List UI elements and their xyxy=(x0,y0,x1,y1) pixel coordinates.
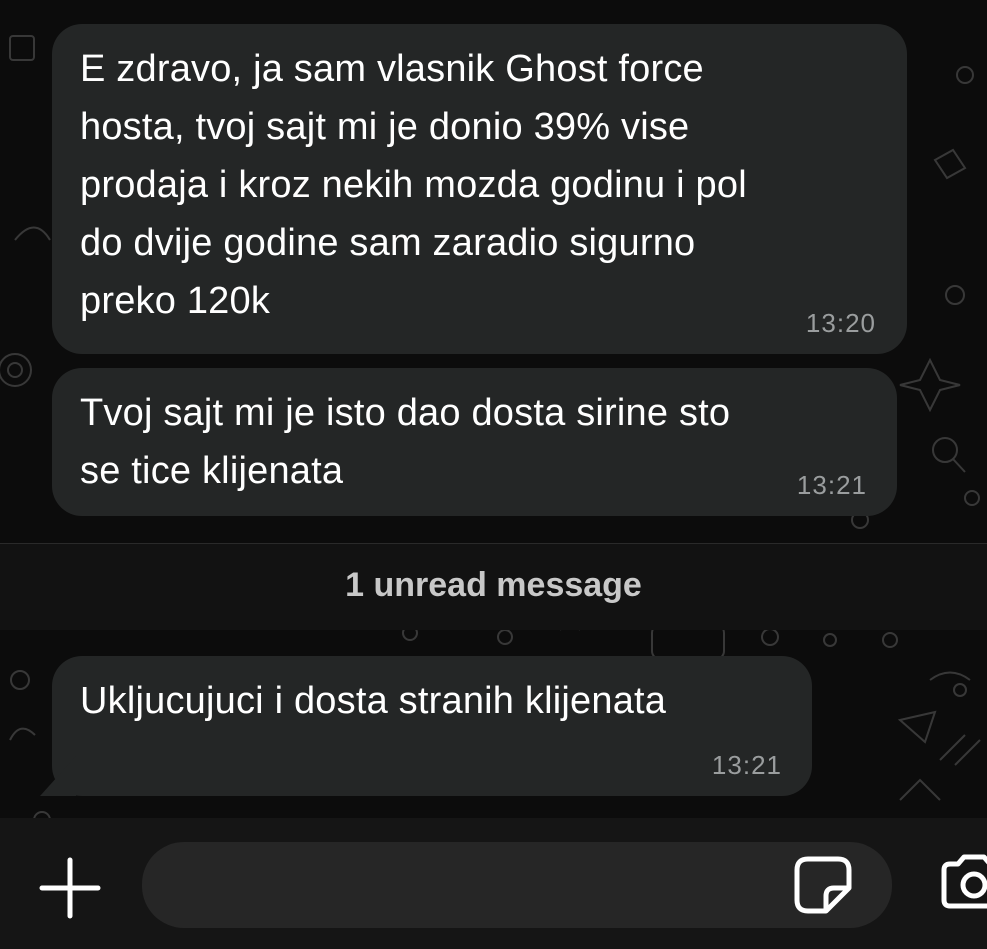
message-text: E zdravo, ja sam vlasnik Ghost force hos… xyxy=(80,48,747,322)
message-timestamp: 13:21 xyxy=(711,750,782,780)
plus-icon[interactable] xyxy=(38,856,102,920)
incoming-message[interactable]: Ukljucujuci i dosta stranih klijenata 13… xyxy=(52,656,812,796)
incoming-message[interactable]: E zdravo, ja sam vlasnik Ghost force hos… xyxy=(52,24,907,354)
message-composer xyxy=(0,818,987,949)
message-text: Ukljucujuci i dosta stranih klijenata xyxy=(80,680,667,722)
message-timestamp: 13:20 xyxy=(805,308,876,338)
unread-divider-label: 1 unread message xyxy=(345,566,642,604)
unread-divider: 1 unread message xyxy=(0,543,987,630)
camera-icon[interactable] xyxy=(940,854,987,910)
sticker-icon[interactable] xyxy=(794,856,852,914)
chat-area[interactable]: E zdravo, ja sam vlasnik Ghost force hos… xyxy=(0,0,987,818)
message-input[interactable] xyxy=(142,842,892,928)
message-text: Tvoj sajt mi je isto dao dosta sirine st… xyxy=(80,392,731,492)
message-timestamp: 13:21 xyxy=(796,470,867,500)
incoming-message[interactable]: Tvoj sajt mi je isto dao dosta sirine st… xyxy=(52,368,897,516)
